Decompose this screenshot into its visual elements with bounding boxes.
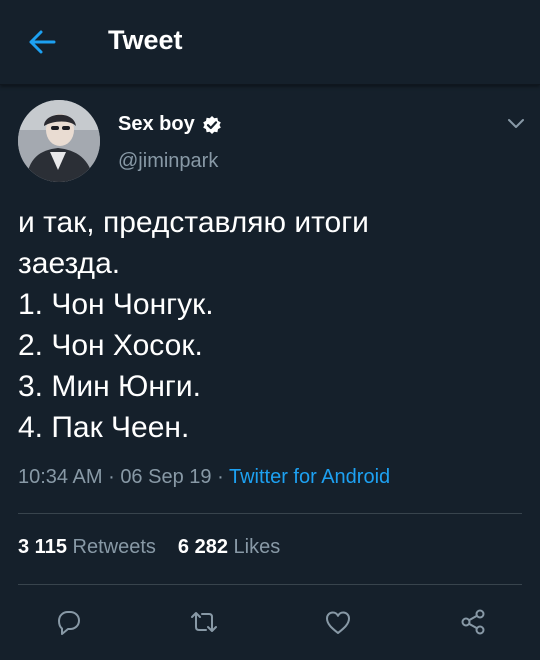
top-bar: Tweet [0,0,540,85]
meta-separator: · [217,466,224,488]
author-name[interactable]: Sex boy [118,113,222,136]
meta-separator: · [108,466,115,488]
tweet-date: 06 Sep 19 [120,466,212,488]
page-title: Tweet [108,25,183,55]
tweet-line: 1. Чон Чонгук. [18,288,214,321]
likes-stat[interactable]: 6 282 Likes [178,536,280,558]
tweet-stats: 3 115 Retweets 6 282 Likes [18,536,280,559]
tweet-text: и так, представляю итоги заезда. 1. Чон … [18,202,518,448]
divider [18,513,522,514]
avatar[interactable] [18,100,100,182]
retweets-stat[interactable]: 3 115 Retweets [18,536,156,558]
likes-count: 6 282 [177,536,228,558]
author-handle[interactable]: @jiminpark [118,150,218,173]
chevron-down-icon [508,119,524,128]
back-button[interactable] [20,22,64,62]
author-name-text: Sex boy [118,113,195,135]
share-button[interactable] [455,604,491,640]
reply-icon [58,611,80,635]
tweet-line: и так, представляю итоги [18,206,369,239]
retweets-label: Retweets [72,536,156,558]
tweet-time: 10:34 AM [18,466,103,488]
tweet-line: 3. Мин Юнги. [18,370,201,403]
like-icon [326,611,350,634]
divider [18,584,522,585]
share-icon [461,609,485,635]
avatar-image [18,100,100,182]
tweet-line: 2. Чон Хосок. [18,329,203,362]
arrow-left-icon [29,30,56,54]
retweets-count: 3 115 [18,536,67,558]
retweet-button[interactable] [186,604,222,640]
more-options-button[interactable] [502,112,530,136]
like-button[interactable] [320,604,356,640]
reply-button[interactable] [50,604,86,640]
tweet-line: заезда. [18,247,121,280]
tweet-source-link[interactable]: Twitter for Android [229,466,390,488]
tweet-detail-screen: Tweet Sex boy @jiminpark и так, представ… [0,0,540,660]
likes-label: Likes [233,536,281,558]
tweet-line: 4. Пак Чеен. [18,411,190,444]
tweet-metadata: 10:34 AM · 06 Sep 19 · Twitter for Andro… [18,466,390,489]
verified-badge-icon [202,115,221,134]
retweet-icon [191,612,217,632]
